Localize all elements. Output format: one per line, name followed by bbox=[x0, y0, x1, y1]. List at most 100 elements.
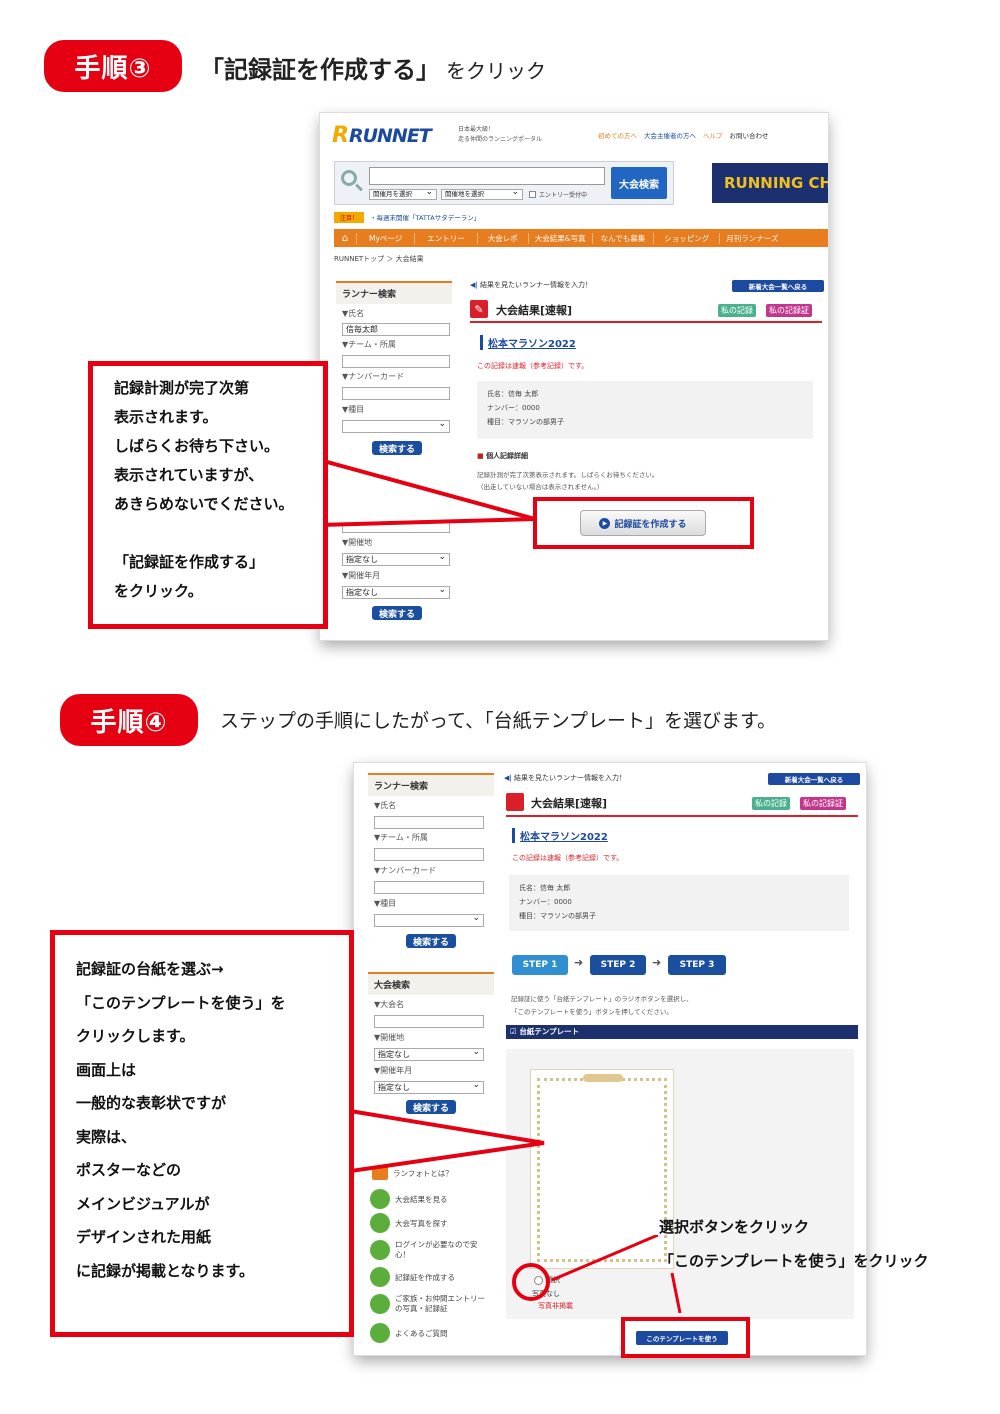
step3-indicator: STEP 3 bbox=[668, 955, 726, 975]
top-link-contact[interactable]: お問い合わせ bbox=[730, 130, 769, 140]
s2-label-team: ▼チーム・所属 bbox=[374, 833, 428, 842]
s2-back-to-list-button[interactable]: 新着大会一覧へ戻る bbox=[768, 773, 860, 785]
certificate-crest bbox=[583, 1074, 623, 1082]
s2-race-name-link[interactable]: 松本マラソン2022 bbox=[512, 828, 608, 843]
s2-result-title: 大会結果[速報] bbox=[531, 797, 608, 810]
guide-item-photos[interactable]: 大会写真を探す bbox=[370, 1211, 485, 1235]
prompt-text: ◀| 結果を見たいランナー情報を入力！ bbox=[470, 280, 592, 290]
step4-badge-icon bbox=[370, 1267, 390, 1287]
race-search-button[interactable]: 大会検索 bbox=[611, 167, 667, 199]
month-select[interactable]: 開催月を選択 bbox=[369, 188, 437, 200]
s2-runner-number: ナンバー：0000 bbox=[519, 898, 572, 906]
step1-badge-icon bbox=[370, 1189, 390, 1209]
runner-event: 種目：マラソンの部男子 bbox=[487, 418, 564, 426]
guide-item-family[interactable]: ご家族・お仲間エントリーの写真・記録証 bbox=[370, 1289, 485, 1319]
note2-line1: 記録証の台紙を選ぶ→ bbox=[76, 960, 224, 978]
s2-team-input[interactable] bbox=[374, 848, 484, 861]
step3-badge: 手順③ bbox=[44, 40, 182, 92]
search-icon bbox=[341, 170, 357, 186]
runner-search-button[interactable]: 検索する bbox=[372, 441, 422, 455]
s2-number-input[interactable] bbox=[374, 881, 484, 894]
note2-line3: クリックします。 bbox=[76, 1027, 195, 1045]
callout-line1: 選択ボタンをクリック bbox=[659, 1218, 810, 1236]
my-record-tag[interactable]: 私の記録 bbox=[718, 304, 756, 317]
nav-mypage[interactable]: Myページ bbox=[356, 232, 414, 244]
race-name-link[interactable]: 松本マラソン2022 bbox=[480, 335, 576, 350]
label-name: ▼氏名 bbox=[342, 309, 365, 318]
search-input[interactable] bbox=[369, 167, 605, 185]
s2-runner-search-button[interactable]: 検索する bbox=[406, 934, 456, 948]
team-input[interactable] bbox=[342, 355, 450, 368]
highlight-create-button bbox=[533, 497, 754, 549]
race-search-button-side[interactable]: 検索する bbox=[372, 606, 422, 620]
event-select[interactable] bbox=[342, 419, 450, 433]
entry-checkbox-label: エントリー受付中 bbox=[539, 192, 588, 199]
note1-line4: 表示されていますが、 bbox=[114, 466, 264, 484]
guide-item-certificate[interactable]: 記録証を作成する bbox=[370, 1265, 485, 1289]
sidebar2-race-search-title: 大会検索 bbox=[368, 972, 494, 995]
breadcrumb[interactable]: RUNNETトップ ＞ 大会結果 bbox=[334, 254, 424, 264]
guide-item-results[interactable]: 大会結果を見る bbox=[370, 1187, 485, 1211]
guide-item-login[interactable]: ログインが必要なので安心！ bbox=[370, 1235, 485, 1265]
entry-checkbox[interactable] bbox=[529, 191, 536, 198]
step4-badge: 手順④ bbox=[60, 694, 198, 746]
top-link-beginners[interactable]: 初めての方へ bbox=[598, 130, 637, 140]
notice-text[interactable]: ・毎週末開催「TATTAサタデーラン」 bbox=[370, 212, 480, 222]
top-link-help[interactable]: ヘルプ bbox=[703, 130, 723, 140]
step3-heading-main: 「記録証を作成する」 bbox=[200, 56, 440, 84]
callout-line2: 「このテンプレートを使う」をクリック bbox=[659, 1252, 929, 1270]
back-to-list-button[interactable]: 新着大会一覧へ戻る bbox=[732, 280, 824, 292]
guide-item-family-label: ご家族・お仲間エントリーの写真・記録証 bbox=[395, 1294, 485, 1313]
note1-line3: しばらくお待ち下さい。 bbox=[114, 437, 280, 455]
nav-report[interactable]: 大会レポ bbox=[476, 232, 528, 244]
s2-name-input[interactable] bbox=[374, 816, 484, 829]
s2-event-select[interactable] bbox=[374, 913, 484, 927]
nav-entry[interactable]: エントリー bbox=[414, 232, 477, 244]
top-link-organizers[interactable]: 大会主催者の方へ bbox=[644, 130, 696, 140]
guide-item-login-label: ログインが必要なので安心！ bbox=[395, 1240, 478, 1259]
title-underline bbox=[470, 321, 822, 323]
main-nav: ⌂ Myページ エントリー 大会レポ 大会結果&写真 なんでも募集 ショッピング… bbox=[334, 229, 828, 247]
note2-line4: 画面上は bbox=[76, 1060, 137, 1079]
s2-race-input[interactable] bbox=[374, 1015, 484, 1028]
home-icon[interactable]: ⌂ bbox=[334, 233, 356, 244]
s2-runner-info-box: 氏名：信毎 太郎 ナンバー：0000 種目：マラソンの部男子 bbox=[509, 875, 849, 931]
s2-my-record-tag[interactable]: 私の記録 bbox=[752, 797, 790, 810]
screenshot-step3: R RUNNET 日本最大級！ 走る仲間のランニングポータル 初めての方へ 大会… bbox=[320, 113, 828, 640]
guide-item-faq[interactable]: よくあるご質問 bbox=[370, 1319, 485, 1347]
place-filter-select[interactable]: 指定なし bbox=[342, 552, 450, 566]
s2-my-cert-tag[interactable]: 私の記録証 bbox=[800, 797, 846, 810]
logo-tagline: 日本最大級！ 走る仲間のランニングポータル bbox=[458, 125, 542, 145]
my-cert-tag[interactable]: 私の記録証 bbox=[766, 304, 812, 317]
nav-recruit[interactable]: なんでも募集 bbox=[591, 232, 654, 244]
nav-runners[interactable]: 月刊ランナーズ bbox=[719, 232, 784, 244]
arrow-icon-1: ➜ bbox=[574, 956, 584, 969]
name-input[interactable]: 信毎太郎 bbox=[342, 323, 450, 336]
note2-line7: ポスターなどの bbox=[76, 1161, 182, 1179]
search-panel: 開催月を選択 開催地を選択 エントリー受付中 大会検索 bbox=[334, 161, 674, 205]
note1-line6 bbox=[114, 519, 294, 548]
nav-shopping[interactable]: ショッピング bbox=[653, 232, 719, 244]
number-input[interactable] bbox=[342, 387, 450, 400]
month-filter-select[interactable]: 指定なし bbox=[342, 585, 450, 599]
guide-item-results-label: 大会結果を見る bbox=[395, 1194, 448, 1204]
top-links: 初めての方へ 大会主催者の方へ ヘルプ お問い合わせ bbox=[598, 130, 769, 140]
s2-label-month: ▼開催年月 bbox=[374, 1066, 413, 1075]
result-icon: ✎ bbox=[470, 300, 488, 318]
runner-name: 氏名：信毎 太郎 bbox=[487, 390, 539, 398]
result-title: 大会結果[速報] bbox=[496, 304, 573, 317]
note2-line6: 実際は、 bbox=[76, 1127, 137, 1146]
place-select[interactable]: 開催地を選択 bbox=[441, 188, 523, 200]
s2-place-select[interactable]: 指定なし bbox=[374, 1047, 484, 1061]
running-banner[interactable]: RUNNING CHA bbox=[712, 163, 828, 203]
nav-results[interactable]: 大会結果&写真 bbox=[527, 232, 592, 244]
s2-runner-event: 種目：マラソンの部男子 bbox=[519, 912, 596, 920]
s2-label-place: ▼開催地 bbox=[374, 1033, 405, 1042]
sidebar-runner-search-title: ランナー検索 bbox=[336, 281, 452, 304]
note1-line7: 「記録証を作成する」 bbox=[114, 553, 265, 571]
label-place: ▼開催地 bbox=[342, 538, 373, 547]
s2-instructions-1: 記録証に使う「台紙テンプレート」のラジオボタンを選択し、 bbox=[511, 995, 693, 1003]
highlight-use-template bbox=[621, 1317, 750, 1358]
step3-badge-icon bbox=[370, 1240, 390, 1260]
runnet-logo[interactable]: R RUNNET bbox=[332, 123, 432, 148]
